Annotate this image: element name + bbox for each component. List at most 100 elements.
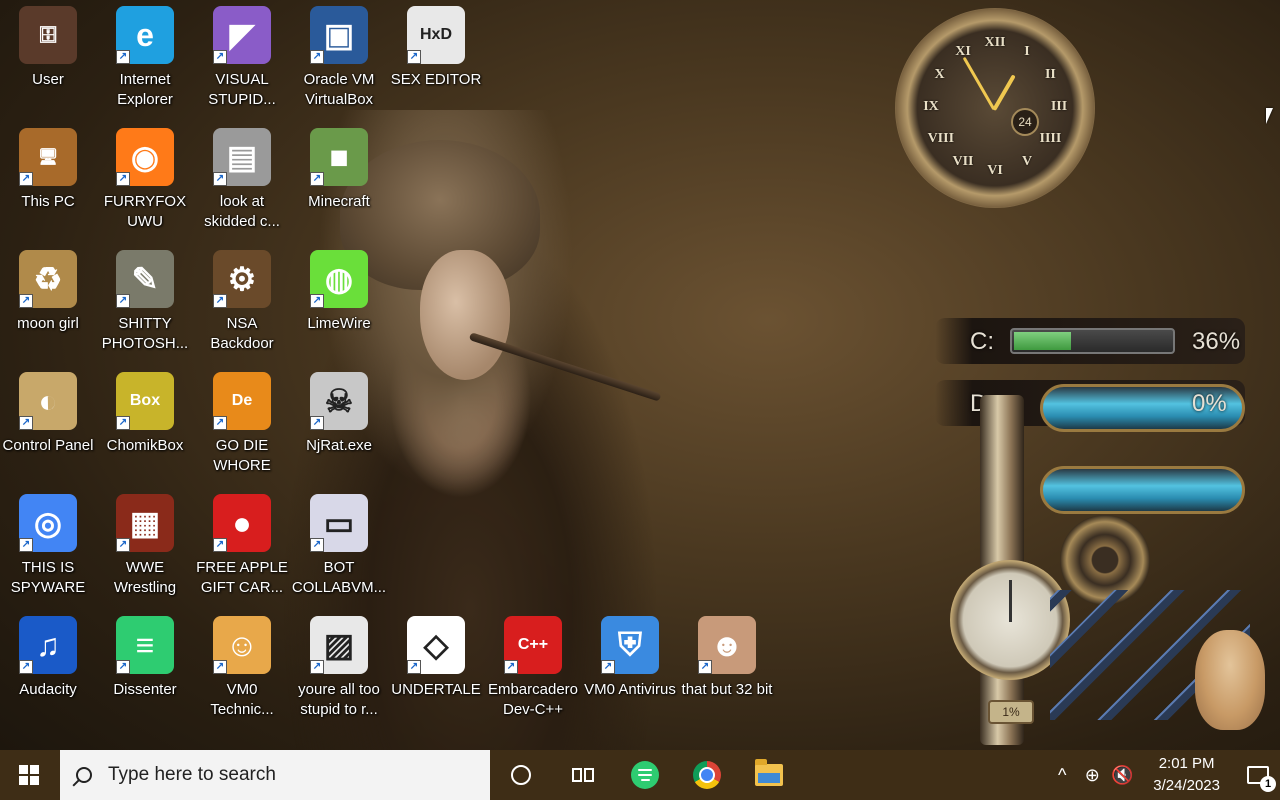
desktop-icon-computer[interactable]: 🖥 ↗ This PC xyxy=(0,122,96,242)
skull-icon: ☠ ↗ xyxy=(310,372,368,430)
limewire-icon: ◍ ↗ xyxy=(310,250,368,308)
shortcut-arrow-icon: ↗ xyxy=(213,416,227,430)
shortcut-arrow-icon: ↗ xyxy=(310,538,324,552)
taskbar-chrome[interactable] xyxy=(676,750,738,800)
desktop-icon-apple[interactable]: ● ↗ FREE APPLE GIFT CAR... xyxy=(194,488,290,608)
control-panel-icon: ◐ ↗ xyxy=(19,372,77,430)
tv-icon: ▦ ↗ xyxy=(116,494,174,552)
gears-icon: ⚙ ↗ xyxy=(213,250,271,308)
stack-icon: ▤ ↗ xyxy=(213,128,271,186)
desktop-icon-shield[interactable]: ⛨ ↗ VM0 Antivirus xyxy=(582,610,678,730)
shortcut-arrow-icon: ↗ xyxy=(19,172,33,186)
drive-c-fill xyxy=(1014,332,1071,350)
desktop-icon-limewire[interactable]: ◍ ↗ LimeWire xyxy=(291,244,387,364)
shortcut-arrow-icon: ↗ xyxy=(116,294,130,308)
taskbar: Type here to search ^ ⊕ 🔇 2:01 PM 3/24/2… xyxy=(0,750,1280,800)
desktop-icon-label: look at skidded c... xyxy=(204,193,280,230)
hamster-icon: Box ↗ xyxy=(116,372,174,430)
desktop-icon-skull[interactable]: ☠ ↗ NjRat.exe xyxy=(291,366,387,486)
shortcut-arrow-icon: ↗ xyxy=(310,50,324,64)
mouse-cursor-icon xyxy=(1266,108,1273,124)
search-box[interactable]: Type here to search xyxy=(60,750,490,800)
desktop-icon-virtualbox[interactable]: ▣ ↗ Oracle VM VirtualBox xyxy=(291,0,387,120)
desktop-icon-label: NSA Backdoor xyxy=(210,315,274,352)
task-view-icon xyxy=(572,766,594,784)
clock-numeral: VII xyxy=(952,154,974,170)
shortcut-arrow-icon: ↗ xyxy=(116,50,130,64)
desktop-icon-label: Minecraft xyxy=(308,193,370,210)
desktop-icon-visual-studio[interactable]: ◤ ↗ VISUAL STUPID... xyxy=(194,0,290,120)
drive-c-percent: 36% xyxy=(1192,328,1241,355)
shortcut-arrow-icon: ↗ xyxy=(19,294,33,308)
desktop-icon-label: This PC xyxy=(21,193,75,210)
shortcut-arrow-icon: ↗ xyxy=(116,416,130,430)
file-explorer-icon xyxy=(755,759,783,786)
shortcut-arrow-icon: ↗ xyxy=(116,538,130,552)
devcpp-icon: C++ ↗ xyxy=(504,616,562,674)
shortcut-arrow-icon: ↗ xyxy=(213,294,227,308)
desktop-icon-label: THIS IS SPYWARE xyxy=(10,559,86,596)
desktop-icon-label: SEX EDITOR xyxy=(390,71,482,88)
desktop-icon-gears[interactable]: ⚙ ↗ NSA Backdoor xyxy=(194,244,290,364)
gimp-icon: ✎ ↗ xyxy=(116,250,174,308)
desktop-icon-minecraft[interactable]: ■ ↗ Minecraft xyxy=(291,122,387,242)
desktop-icon-monitor[interactable]: ▭ ↗ BOT COLLABVM... xyxy=(291,488,387,608)
clock-gadget[interactable]: 24 XII I II III IIII V VI VII VIII IX X XI xyxy=(895,8,1095,208)
monitor-icon: ▭ ↗ xyxy=(310,494,368,552)
taskbar-clock[interactable]: 2:01 PM 3/24/2023 xyxy=(1137,753,1236,797)
shortcut-arrow-icon: ↗ xyxy=(213,50,227,64)
cortana-icon xyxy=(511,765,531,785)
desktop-icon-dissenter[interactable]: ≡ ↗ Dissenter xyxy=(97,610,193,730)
cortana-button[interactable] xyxy=(490,750,552,800)
clock-numeral: IX xyxy=(923,99,939,114)
desktop-icon-stack[interactable]: ▤ ↗ look at skidded c... xyxy=(194,122,290,242)
action-center-button[interactable]: 1 xyxy=(1236,750,1280,800)
windows-logo-icon xyxy=(19,765,39,785)
desktop-icon-label: FREE APPLE GIFT CAR... xyxy=(196,559,288,596)
desktop-icon-edge[interactable]: e ↗ Internet Explorer xyxy=(97,0,193,120)
network-icon[interactable]: ⊕ xyxy=(1077,750,1107,800)
desktop-icon-audacity[interactable]: ♫ ↗ Audacity xyxy=(0,610,96,730)
desktop-icon-chrome[interactable]: ◎ ↗ THIS IS SPYWARE xyxy=(0,488,96,608)
taskbar-file-explorer[interactable] xyxy=(738,750,800,800)
volume-muted-icon[interactable]: 🔇 xyxy=(1107,750,1137,800)
desktop-icon-recycle-bin[interactable]: ♻ ↗ moon girl xyxy=(0,244,96,364)
desktop-icon-firefox[interactable]: ◉ ↗ FURRYFOX UWU xyxy=(97,122,193,242)
shortcut-arrow-icon: ↗ xyxy=(19,538,33,552)
desktop-icon-user-folder[interactable]: 🗄 User xyxy=(0,0,96,120)
taskbar-date: 3/24/2023 xyxy=(1153,777,1220,794)
desktop-icon-gimp[interactable]: ✎ ↗ SHITTY PHOTOSH... xyxy=(97,244,193,364)
drive-c-label: C: xyxy=(970,328,994,355)
desktop-icon-photo[interactable]: ▨ ↗ youre all too stupid to r... xyxy=(291,610,387,730)
task-view-button[interactable] xyxy=(552,750,614,800)
wallpaper-face xyxy=(420,250,510,380)
clock-numeral: I xyxy=(1024,43,1030,59)
desktop-icon-label: VM0 Antivirus xyxy=(584,681,676,698)
drive-e-tube xyxy=(1040,466,1245,514)
desktop-icon-label: FURRYFOX UWU xyxy=(103,193,187,230)
desktop-icon-de[interactable]: De ↗ GO DIE WHORE xyxy=(194,366,290,486)
desktop-icon-control-panel[interactable]: ◐ ↗ Control Panel xyxy=(0,366,96,486)
desktop-icon-hxd[interactable]: HxD ↗ SEX EDITOR xyxy=(388,0,484,120)
gauge-needle xyxy=(1009,580,1012,622)
shortcut-arrow-icon: ↗ xyxy=(310,172,324,186)
hamster-figure xyxy=(1195,630,1265,730)
desktop-icon-label: Internet Explorer xyxy=(117,71,173,108)
shortcut-arrow-icon: ↗ xyxy=(601,660,615,674)
desktop-icon-label: User xyxy=(32,71,64,88)
desktop-icon-hamster[interactable]: Box ↗ ChomikBox xyxy=(97,366,193,486)
desktop-icon-technician[interactable]: ☺ ↗ VM0 Technic... xyxy=(194,610,290,730)
photo-icon: ▨ ↗ xyxy=(310,616,368,674)
desktop-icon-devcpp[interactable]: C++ ↗ Embarcadero Dev-C++ xyxy=(485,610,581,730)
desktop-icon-label: that but 32 bit xyxy=(681,681,773,698)
taskbar-dissenter[interactable] xyxy=(614,750,676,800)
desktop-icon-unity[interactable]: ◇ ↗ UNDERTALE xyxy=(388,610,484,730)
desktop-icon-portrait[interactable]: ☻ ↗ that but 32 bit xyxy=(679,610,775,730)
visual-studio-icon: ◤ ↗ xyxy=(213,6,271,64)
desktop-icon-label: UNDERTALE xyxy=(391,681,481,698)
show-hidden-icons-chevron-icon[interactable]: ^ xyxy=(1047,750,1077,800)
desktop-icon-tv[interactable]: ▦ ↗ WWE Wrestling xyxy=(97,488,193,608)
shortcut-arrow-icon: ↗ xyxy=(504,660,518,674)
start-button[interactable] xyxy=(0,750,58,800)
desktop-icon-label: Audacity xyxy=(19,681,77,698)
